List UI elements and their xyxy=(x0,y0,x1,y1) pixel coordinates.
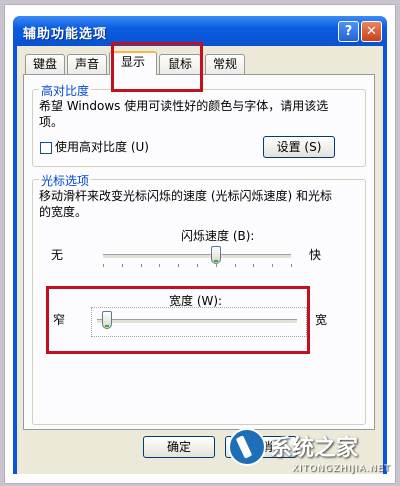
cursor-options-description-line1: 移动滑杆来改变光标闪烁的速度 (光标闪烁速度) 和光标 xyxy=(39,189,332,203)
close-button[interactable]: ✕ xyxy=(361,21,382,42)
high-contrast-group-label: 高对比度 xyxy=(39,82,92,99)
blink-rate-tick xyxy=(197,264,198,267)
watermark-url: XITONGZHIJIA.NET xyxy=(292,464,391,474)
blink-rate-slider-thumb[interactable] xyxy=(210,246,221,264)
high-contrast-settings-button[interactable]: 设置 (S) xyxy=(263,136,335,158)
blink-rate-tick xyxy=(178,264,179,267)
high-contrast-group: 高对比度 希望 Windows 使用可读性好的颜色与字体，请用该选 项。 使用高… xyxy=(32,82,366,167)
display-tab-panel: 高对比度 希望 Windows 使用可读性好的颜色与字体，请用该选 项。 使用高… xyxy=(23,74,375,430)
cursor-options-group-label: 光标选项 xyxy=(39,172,92,189)
ok-button[interactable]: 确定 xyxy=(143,436,215,458)
blink-rate-tick xyxy=(291,264,292,267)
high-contrast-checkbox[interactable] xyxy=(40,142,52,154)
blink-rate-tick xyxy=(103,264,104,267)
blink-rate-track[interactable] xyxy=(103,254,291,259)
blink-rate-tick xyxy=(235,264,236,267)
blink-rate-tick xyxy=(253,264,254,267)
blink-rate-max-label: 快 xyxy=(309,248,322,262)
high-contrast-description-line1: 希望 Windows 使用可读性好的颜色与字体，请用该选 xyxy=(39,99,329,113)
tab-general[interactable]: 常规 xyxy=(205,54,245,74)
blink-rate-tick xyxy=(216,264,217,267)
tab-keyboard[interactable]: 键盘 xyxy=(25,54,65,74)
blink-rate-label: 闪烁速度 (B): xyxy=(181,229,255,243)
watermark-title: 系统之家 xyxy=(270,436,359,461)
blink-rate-tick xyxy=(122,264,123,267)
blink-rate-tick xyxy=(159,264,160,267)
help-button[interactable]: ? xyxy=(338,21,359,42)
cursor-options-description-line2: 的宽度。 xyxy=(39,205,88,219)
watermark-logo-icon xyxy=(228,428,266,466)
tab-sound[interactable]: 声音 xyxy=(67,54,107,74)
display-tab-highlight-box xyxy=(111,42,203,92)
high-contrast-description-line2: 项。 xyxy=(39,115,64,129)
site-watermark: 系统之家 XITONGZHIJIA.NET xyxy=(228,426,394,482)
blink-rate-tick xyxy=(141,264,142,267)
cursor-width-max-label: 宽 xyxy=(315,313,328,327)
cursor-width-highlight-box xyxy=(46,286,310,354)
high-contrast-checkbox-label[interactable]: 使用高对比度 (U) xyxy=(55,139,149,156)
blink-rate-min-label: 无 xyxy=(51,248,64,262)
window-title: 辅助功能选项 xyxy=(23,27,108,42)
dialog-client-area: 键盘 声音 显示 鼠标 常规 高对比度 希望 Windows 使用可读性好的颜色… xyxy=(17,46,383,474)
blink-rate-tick xyxy=(272,264,273,267)
